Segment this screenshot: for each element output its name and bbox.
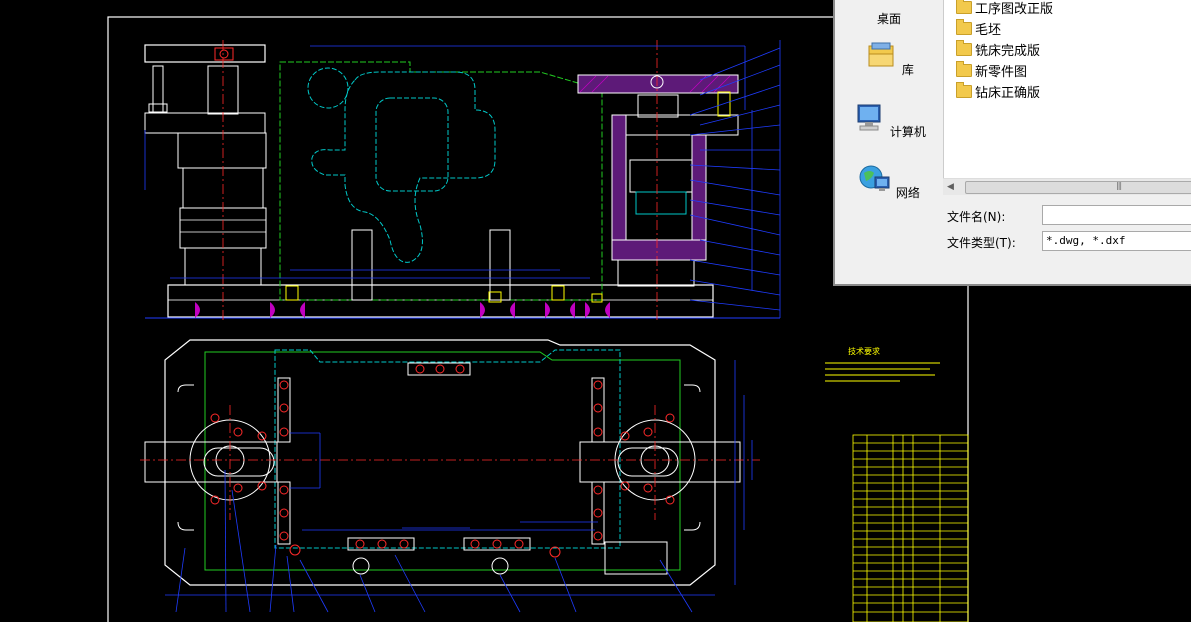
tech-title: 技术要求 <box>848 346 880 356</box>
place-computer-label: 计算机 <box>889 125 926 139</box>
open-file-dialog: 桌面 库 计算机 网络 工序图改正版 毛坯 铣床完成版 新零件图 钻床正确版 ◀… <box>833 0 1191 286</box>
file-item-name: 毛坯 <box>975 23 1002 38</box>
folder-icon <box>956 82 972 98</box>
folder-icon <box>956 61 972 77</box>
filetype-select[interactable]: *.dwg, *.dxf <box>1042 231 1191 251</box>
place-library-label: 库 <box>901 63 914 77</box>
place-desktop-label: 桌面 <box>876 12 901 26</box>
folder-icon <box>956 40 972 56</box>
plan-view <box>140 339 760 613</box>
place-network[interactable]: 网络 <box>835 163 943 201</box>
scrollbar-thumb[interactable]: ||| <box>965 181 1191 194</box>
file-item-name: 新零件图 <box>975 65 1028 80</box>
file-item[interactable]: 新零件图 <box>956 61 1028 83</box>
computer-icon <box>857 104 881 131</box>
scroll-left-arrow-icon[interactable]: ◀ <box>947 179 954 195</box>
file-item[interactable]: 铣床完成版 <box>956 40 1041 62</box>
filetype-label: 文件类型(T): <box>947 236 1016 250</box>
network-icon <box>859 165 890 191</box>
file-item-name: 铣床完成版 <box>975 44 1041 59</box>
file-item[interactable]: 工序图改正版 <box>956 0 1053 20</box>
front-view <box>144 40 781 320</box>
technical-requirements: 技术要求 <box>825 346 940 382</box>
file-list: 工序图改正版 毛坯 铣床完成版 新零件图 钻床正确版 <box>943 0 1191 178</box>
folder-icon <box>956 19 972 35</box>
horizontal-scrollbar[interactable]: ◀ ||| <box>943 178 1191 195</box>
filename-label: 文件名(N): <box>947 210 1006 224</box>
desktop-icon <box>872 0 906 8</box>
library-icon <box>868 42 894 67</box>
place-desktop[interactable]: 桌面 <box>835 0 943 27</box>
grip-icon: ||| <box>1116 181 1122 190</box>
folder-icon <box>956 0 972 14</box>
file-item[interactable]: 毛坯 <box>956 19 1002 41</box>
file-item-name: 工序图改正版 <box>975 2 1054 17</box>
file-item[interactable]: 钻床正确版 <box>956 82 1041 104</box>
place-computer[interactable]: 计算机 <box>835 102 943 140</box>
file-item-name: 钻床正确版 <box>975 86 1041 101</box>
filename-input[interactable] <box>1042 205 1191 225</box>
place-library[interactable]: 库 <box>835 40 943 78</box>
places-bar: 桌面 库 计算机 网络 <box>835 0 943 270</box>
bill-of-materials-table <box>852 434 969 622</box>
place-network-label: 网络 <box>895 186 920 200</box>
